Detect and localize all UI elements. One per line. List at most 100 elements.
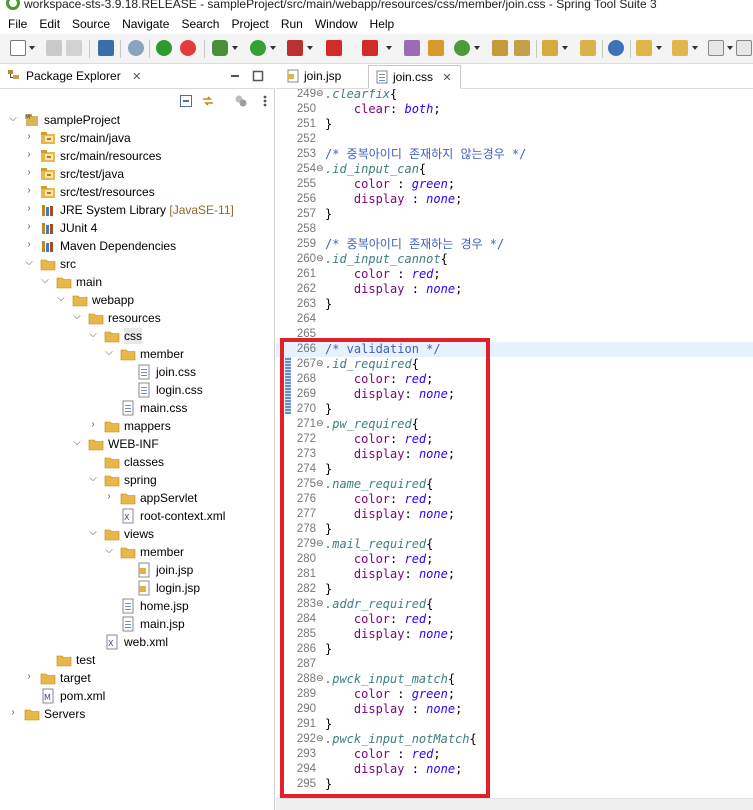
fold-toggle-icon[interactable]: ⊖ xyxy=(316,597,324,612)
code-line[interactable]: 266 /* validation */ xyxy=(276,342,753,357)
code-line[interactable]: 267 ⊖ .id_required{ xyxy=(276,357,753,372)
fold-toggle-icon[interactable]: ⊖ xyxy=(316,732,324,747)
search-icon[interactable] xyxy=(454,40,470,56)
tree-item[interactable]: › Maven Dependencies xyxy=(0,237,275,255)
code-line[interactable]: 252 xyxy=(276,132,753,147)
tree-item[interactable]: main.css xyxy=(0,399,275,417)
code-editor[interactable]: 249 ⊖ .clearfix{250 clear: both; 251} 252 253… xyxy=(276,89,753,810)
chevron-down-icon[interactable]: ⌵ xyxy=(8,113,18,125)
debug-icon[interactable] xyxy=(212,40,228,56)
tree-item[interactable]: ⌵ main xyxy=(0,273,275,291)
menu-run[interactable]: Run xyxy=(275,14,309,34)
previous-annotation-icon[interactable] xyxy=(672,40,688,56)
code-line[interactable]: 260 ⊖ .id_input_cannot{ xyxy=(276,252,753,267)
tree-item[interactable]: › JUnit 4 xyxy=(0,219,275,237)
tree-item[interactable]: ⌵ member xyxy=(0,543,275,561)
tree-item[interactable]: Xweb.xml xyxy=(0,633,275,651)
annotation-dropdown-icon[interactable] xyxy=(562,46,568,50)
chevron-right-icon[interactable]: › xyxy=(24,671,34,683)
next-annotation-dropdown-icon[interactable] xyxy=(656,46,662,50)
external-tools-dropdown-icon[interactable] xyxy=(307,46,313,50)
back-icon[interactable] xyxy=(708,40,724,56)
open-perspective-icon[interactable] xyxy=(492,40,508,56)
code-line[interactable]: 292 ⊖ .pwck_input_notMatch{ xyxy=(276,732,753,747)
code-line[interactable]: 286} xyxy=(276,642,753,657)
collapse-all-icon[interactable] xyxy=(179,94,193,108)
chevron-right-icon[interactable]: › xyxy=(24,131,34,143)
tree-item[interactable]: ⌵ src xyxy=(0,255,275,273)
code-line[interactable]: 285 display: none; xyxy=(276,627,753,642)
new-icon[interactable] xyxy=(10,40,26,56)
menu-navigate[interactable]: Navigate xyxy=(116,14,175,34)
chevron-right-icon[interactable]: › xyxy=(24,149,34,161)
horizontal-scrollbar[interactable] xyxy=(276,798,753,810)
new-folder-icon[interactable] xyxy=(514,40,530,56)
tab-join-css[interactable]: join.css ✕ xyxy=(368,65,461,89)
tree-item[interactable]: Mpom.xml xyxy=(0,687,275,705)
menu-edit[interactable]: Edit xyxy=(33,14,66,34)
code-line[interactable]: 291} xyxy=(276,717,753,732)
tree-item[interactable]: › src/test/resources xyxy=(0,183,275,201)
tree-item[interactable]: › src/main/java xyxy=(0,129,275,147)
boot-dashboard-icon[interactable] xyxy=(156,40,172,56)
menu-search[interactable]: Search xyxy=(175,14,225,34)
link-with-editor-icon[interactable] xyxy=(201,94,215,108)
tree-item[interactable]: › Servers xyxy=(0,705,275,723)
tree-item[interactable]: ⌵ WEB-INF xyxy=(0,435,275,453)
tree-item[interactable]: ⌵ spring xyxy=(0,471,275,489)
code-line[interactable]: 257} xyxy=(276,207,753,222)
chevron-down-icon[interactable]: ⌵ xyxy=(72,437,82,449)
console-icon[interactable] xyxy=(98,40,114,56)
code-line[interactable]: 273 display: none; xyxy=(276,447,753,462)
tree-item[interactable]: ⌵ resources xyxy=(0,309,275,327)
chevron-right-icon[interactable]: › xyxy=(24,185,34,197)
code-line[interactable]: 263} xyxy=(276,297,753,312)
code-line[interactable]: 293 color : red; xyxy=(276,747,753,762)
close-icon[interactable]: ✕ xyxy=(442,72,451,84)
chevron-down-icon[interactable]: ⌵ xyxy=(104,347,114,359)
chevron-right-icon[interactable]: › xyxy=(24,239,34,251)
code-line[interactable]: 275 ⊖ .name_required{ xyxy=(276,477,753,492)
tree-item[interactable]: ⌵ member xyxy=(0,345,275,363)
code-line[interactable]: 284 color: red; xyxy=(276,612,753,627)
tree-item[interactable]: › src/test/java xyxy=(0,165,275,183)
code-line[interactable]: 265 xyxy=(276,327,753,342)
menu-source[interactable]: Source xyxy=(66,14,116,34)
code-line[interactable]: 276 color: red; xyxy=(276,492,753,507)
tree-item[interactable]: › JRE System Library [JavaSE-11] xyxy=(0,201,275,219)
menu-help[interactable]: Help xyxy=(364,14,401,34)
tree-item[interactable]: classes xyxy=(0,453,275,471)
code-line[interactable]: 280 color: red; xyxy=(276,552,753,567)
fold-toggle-icon[interactable]: ⊖ xyxy=(316,417,324,432)
menu-file[interactable]: File xyxy=(2,14,33,34)
menu-window[interactable]: Window xyxy=(309,14,364,34)
chevron-right-icon[interactable]: › xyxy=(104,491,114,503)
tree-item[interactable]: ⌵ css xyxy=(0,327,275,345)
code-line[interactable]: 287 xyxy=(276,657,753,672)
code-line[interactable]: 253 /* 중복아이디 존재하지 않는경우 */ xyxy=(276,147,753,162)
chevron-down-icon[interactable]: ⌵ xyxy=(56,293,66,305)
back-dropdown-icon[interactable] xyxy=(727,46,733,50)
fold-toggle-icon[interactable]: ⊖ xyxy=(316,357,324,372)
chevron-down-icon[interactable]: ⌵ xyxy=(40,275,50,287)
chevron-down-icon[interactable]: ⌵ xyxy=(88,329,98,341)
chevron-down-icon[interactable]: ⌵ xyxy=(88,473,98,485)
debug-dropdown-icon[interactable] xyxy=(232,46,238,50)
code-line[interactable]: 261 color : red; xyxy=(276,267,753,282)
code-line[interactable]: 270} xyxy=(276,402,753,417)
new-dropdown-icon[interactable] xyxy=(29,46,35,50)
code-line[interactable]: 279 ⊖ .mail_required{ xyxy=(276,537,753,552)
fold-toggle-icon[interactable]: ⊖ xyxy=(316,89,324,102)
fold-toggle-icon[interactable]: ⊖ xyxy=(316,252,324,267)
save-all-icon[interactable] xyxy=(66,40,82,56)
code-line[interactable]: 281 display: none; xyxy=(276,567,753,582)
annotation-icon[interactable] xyxy=(542,40,558,56)
menu-project[interactable]: Project xyxy=(225,14,274,34)
code-line[interactable]: 254 ⊖ .id_input_can{ xyxy=(276,162,753,177)
code-line[interactable]: 289 color : green; xyxy=(276,687,753,702)
open-folder-icon[interactable] xyxy=(580,40,596,56)
chevron-right-icon[interactable]: › xyxy=(24,167,34,179)
tree-item[interactable]: Xroot-context.xml xyxy=(0,507,275,525)
chevron-right-icon[interactable]: › xyxy=(24,203,34,215)
run-dropdown-icon[interactable] xyxy=(270,46,276,50)
